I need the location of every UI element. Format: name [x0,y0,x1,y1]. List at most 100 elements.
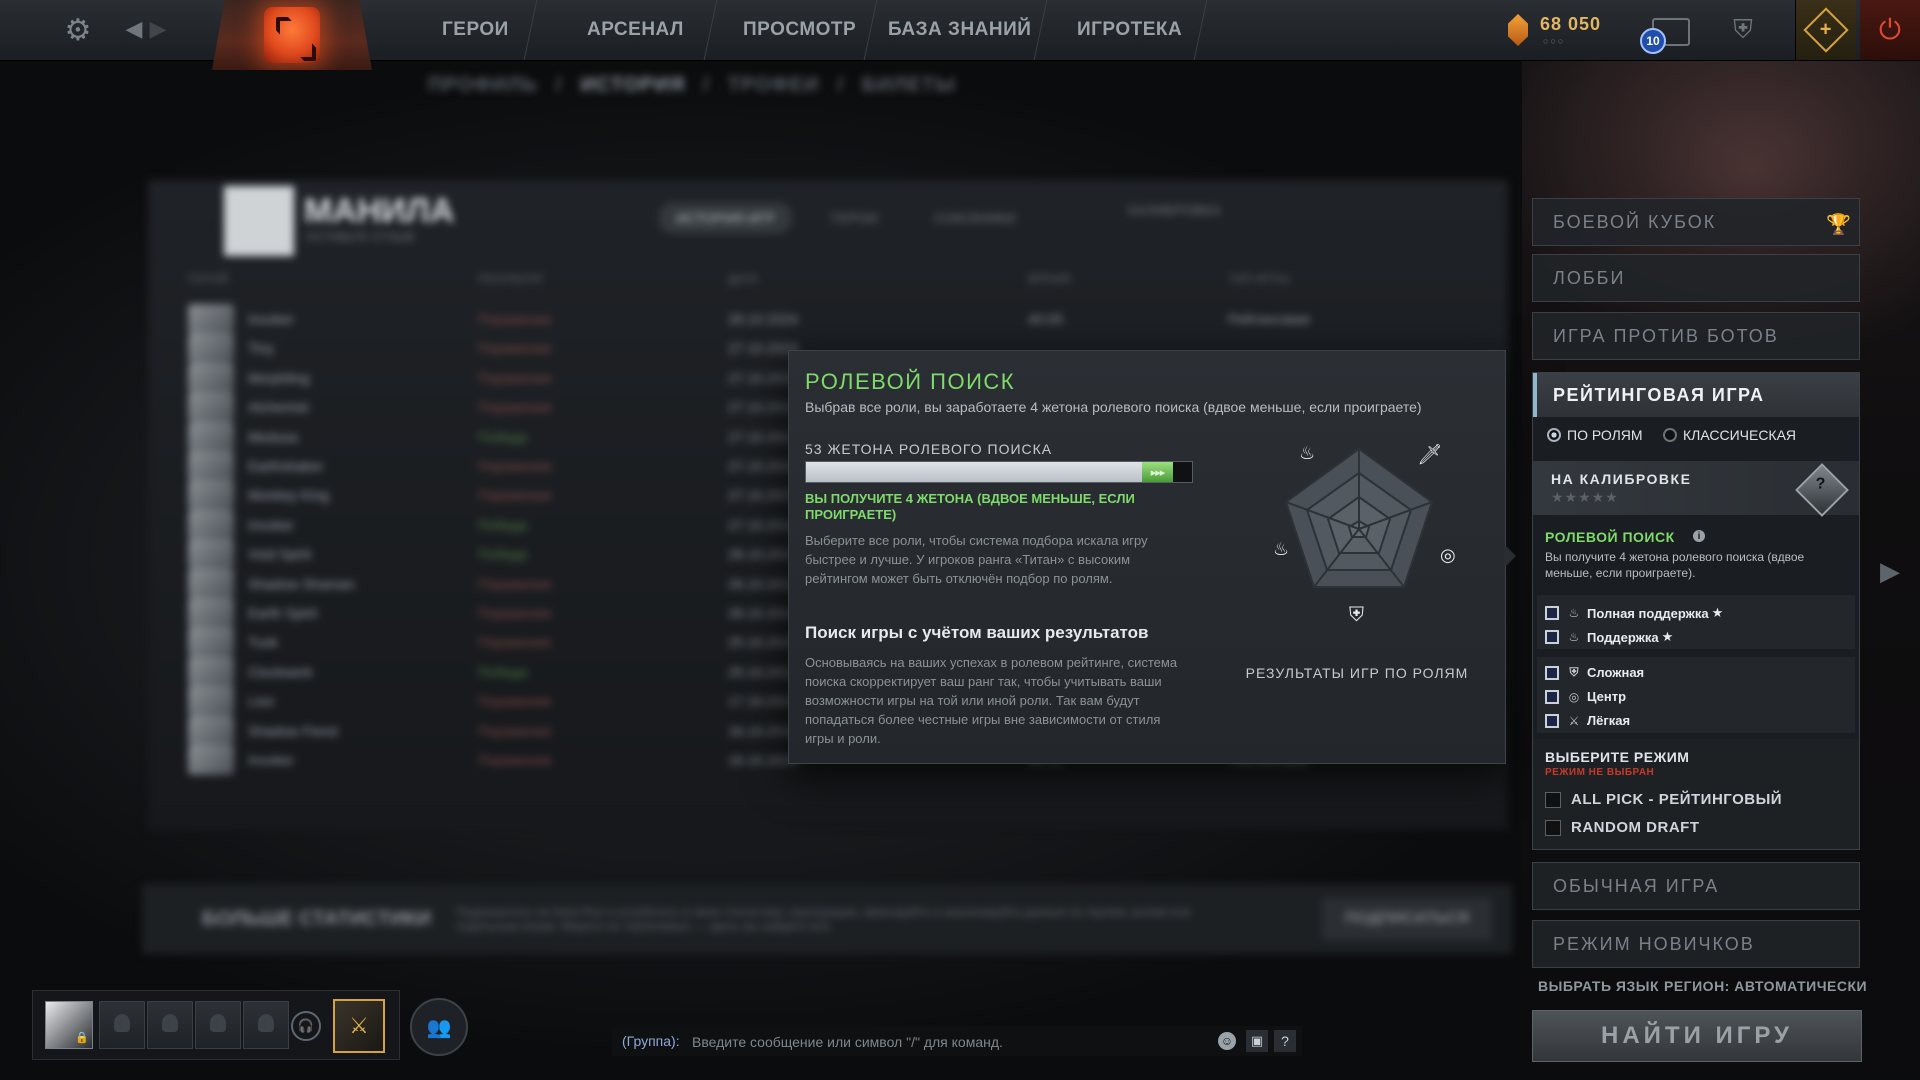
dota-plus-card-icon[interactable]: ⚔ [333,999,385,1053]
cell-hero: Shadow Fiend [248,722,338,739]
newbie-mode-button[interactable]: РЕЖИМ НОВИЧКОВ [1532,920,1860,968]
rank-medal-icon[interactable]: ? [1795,463,1849,517]
normal-game-button[interactable]: ОБЫЧНАЯ ИГРА [1532,862,1860,910]
cell-result: Поражение [478,399,552,416]
role-offlane[interactable]: ⛨ Сложная [1545,665,1644,680]
breadcrumb-trophies[interactable]: ТРОФЕИ [728,74,820,97]
power-icon[interactable]: ⏻ [1860,0,1920,60]
help-icon[interactable]: ? [1274,1030,1296,1052]
role-mid[interactable]: ◎ Центр [1545,689,1626,704]
offlane-icon: ⛨ [1569,665,1579,679]
cell-hero: Medusa [248,428,298,445]
empty-slot-icon [162,1014,178,1032]
calibration-title: НА КАЛИБРОВКЕ [1551,471,1692,487]
cell-result: Поражение [478,340,552,357]
tab-heroes[interactable]: ГЕРОИ [413,0,538,60]
lobby-button[interactable]: ЛОББИ [1532,254,1860,302]
dota-plus-icon: + [1803,7,1849,53]
breadcrumb-history[interactable]: ИСТОРИЯ [580,74,685,97]
hero-portrait [188,509,234,540]
cell-hero: Void Spirit [248,546,312,563]
battle-cup-button[interactable]: БОЕВОЙ КУБОК [1532,198,1860,246]
role-checkbox[interactable] [1545,713,1559,728]
popup-title: РОЛЕВОЙ ПОИСК [805,369,1016,394]
select-language-link[interactable]: ВЫБРАТЬ ЯЗЫК [1538,978,1659,994]
hero-portrait [188,686,234,717]
tab-heroes-stats[interactable]: ГЕРОИ [813,202,896,234]
cell-result: Поражение [478,575,552,592]
cell-hero: Monkey King [248,487,329,504]
headset-icon[interactable]: 🎧 [291,1011,321,1041]
hero-portrait [188,451,234,481]
hero-portrait [188,715,234,746]
tab-knowledge-base[interactable]: БАЗА ЗНАНИЙ [873,0,1048,60]
cell-result: Поражение [478,369,552,386]
chat-channel-label[interactable]: (Группа): [622,1033,680,1049]
battle-cup-label: БОЕВОЙ КУБОК [1553,211,1717,232]
party-slot[interactable] [147,1001,193,1049]
mode-random-draft[interactable]: RANDOM DRAFT [1545,819,1699,836]
hero-portrait [188,480,234,511]
mode-checkbox[interactable] [1545,819,1561,836]
back-arrow-icon[interactable]: ◀ [124,14,144,44]
radio-dot-selected [1547,428,1561,442]
subscribe-button[interactable]: ПОДПИСАТЬСЯ [1322,898,1492,940]
col-hero: ГЕРОЙ [188,272,229,286]
radio-role-queue[interactable]: ПО РОЛЯМ [1547,427,1643,443]
tokens-gain-fill: ▸▸▸ [1142,462,1173,482]
profile-avatar [224,186,294,256]
party-slot[interactable] [99,1001,145,1049]
tab-allies[interactable]: СОЮЗНИКИ [916,202,1034,234]
bots-button[interactable]: ИГРА ПРОТИВ БОТОВ [1532,312,1860,360]
breadcrumb-tickets[interactable]: БИЛЕТЫ [862,74,956,97]
mode-checkbox[interactable] [1545,791,1561,808]
party-slot[interactable] [195,1001,241,1049]
expand-arrow-icon[interactable]: ▶ [1880,556,1900,587]
party-slot[interactable] [243,1001,289,1049]
dota-logo-button[interactable] [212,0,372,70]
currency-amount[interactable]: 68 050 [1540,14,1601,35]
find-game-button[interactable]: НАЙТИ ИГРУ [1532,1010,1862,1062]
armory-icon[interactable]: ⛨ [1726,12,1760,48]
info-icon[interactable]: i [1693,530,1705,542]
gear-icon[interactable]: ⚙ [60,12,96,48]
tab-arcade[interactable]: ИГРОТЕКА [1053,0,1208,60]
lobby-label: ЛОББИ [1553,267,1626,288]
bots-label: ИГРА ПРОТИВ БОТОВ [1553,325,1779,346]
mode-all-pick-ranked[interactable]: ALL PICK - РЕЙТИНГОВЫЙ [1545,791,1782,808]
emoji-icon[interactable]: ☺ [1218,1032,1236,1050]
favorite-star-icon: ★ [1711,605,1724,620]
cell-result: Поражение [478,634,552,651]
chat-bar: (Группа): ☺ ▣ ? [612,1026,1302,1056]
radio-classic[interactable]: КЛАССИЧЕСКАЯ [1663,427,1796,443]
hero-portrait [188,421,234,452]
image-icon[interactable]: ▣ [1246,1030,1268,1052]
breadcrumb-profile[interactable]: ПРОФИЛЬ [428,74,538,97]
role-hard-support[interactable]: ♨ Полная поддержка ★ [1545,605,1723,621]
role-safelane[interactable]: ⚔ Лёгкая [1545,713,1630,728]
col-type: ТИП ИГРЫ [1228,272,1290,286]
chat-input[interactable] [690,1030,1194,1054]
role-checkbox[interactable] [1545,689,1559,704]
hero-portrait [188,362,234,393]
col-result: РЕЗУЛЬТАТ [478,272,544,286]
cell-hero: Tiny [248,340,274,357]
ranked-header[interactable]: РЕЙТИНГОВАЯ ИГРА [1533,373,1859,417]
forward-arrow-icon[interactable]: ▶ [148,14,168,44]
tab-watch[interactable]: ПРОСМОТР [723,0,878,60]
currency-sub: ○○○ [1543,36,1566,46]
role-checkbox[interactable] [1545,665,1559,680]
dota-logo-icon [264,7,320,63]
tab-arsenal[interactable]: АРСЕНАЛ [553,0,718,60]
ranked-title: РЕЙТИНГОВАЯ ИГРА [1553,385,1765,405]
role-checkbox[interactable] [1545,606,1559,620]
role-checkbox[interactable] [1545,630,1559,644]
role-soft-support[interactable]: ♨ Поддержка ★ [1545,629,1673,645]
cell-result: Победа [478,428,528,445]
region-link[interactable]: РЕГИОН: АВТОМАТИЧЕСКИ [1664,978,1867,994]
friends-icon[interactable]: 👥 [410,998,468,1056]
profile-name: МАНИЛА [304,192,455,230]
hero-portrait [188,627,234,658]
tab-match-history[interactable]: ИСТОРИЯ ИГР [658,202,793,234]
dota-plus-button[interactable]: + [1795,0,1856,60]
